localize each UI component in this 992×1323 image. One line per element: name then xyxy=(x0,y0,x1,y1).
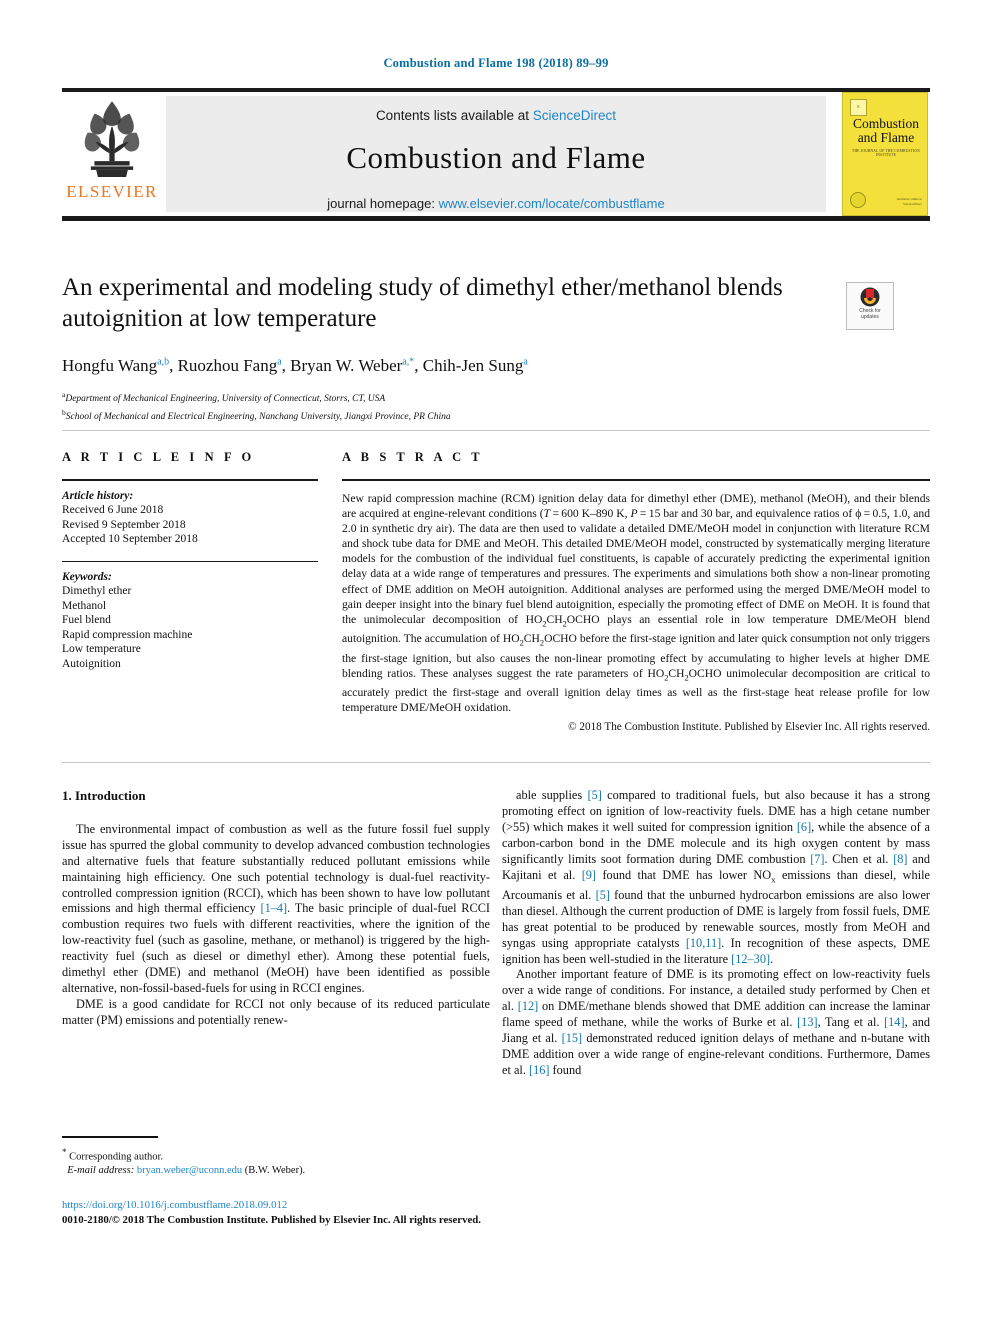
cover-footer: Available online at ScienceDirect xyxy=(896,197,922,207)
keyword-item: Rapid compression machine xyxy=(62,628,193,641)
email-suffix: (B.W. Weber). xyxy=(244,1165,306,1176)
abstract-rule xyxy=(342,479,930,481)
cover-footer-line2: ScienceDirect xyxy=(902,202,922,206)
corresponding-author-text: Corresponding author. xyxy=(69,1151,164,1162)
keyword-item: Methanol xyxy=(62,599,107,612)
corresponding-author-note: * Corresponding author. xyxy=(62,1145,490,1165)
affiliation-list: aDepartment of Mechanical Engineering, U… xyxy=(62,388,802,424)
email-link[interactable]: bryan.weber@uconn.edu xyxy=(137,1165,242,1176)
journal-masthead: ELSEVIER Contents lists available at Sci… xyxy=(62,88,930,221)
elsevier-wordmark: ELSEVIER xyxy=(66,182,158,201)
paper-page: Combustion and Flame 198 (2018) 89–99 EL… xyxy=(0,0,992,1323)
body-column-right: able supplies [5] compared to traditiona… xyxy=(502,788,930,1079)
cover-subtitle: THE JOURNAL OF THE COMBUSTION INSTITUTE xyxy=(852,149,920,157)
article-history-label: Article history: xyxy=(62,490,134,502)
affiliation-a: aDepartment of Mechanical Engineering, U… xyxy=(62,388,802,406)
crossmark-line2: updates xyxy=(861,314,879,320)
keyword-item: Dimethyl ether xyxy=(62,585,132,597)
title-block: An experimental and modeling study of di… xyxy=(62,272,802,424)
crossmark-icon xyxy=(860,287,880,307)
keyword-item: Fuel blend xyxy=(62,614,111,626)
email-label: E-mail address: xyxy=(67,1165,135,1176)
abstract-text: New rapid compression machine (RCM) igni… xyxy=(342,492,930,715)
keywords-divider xyxy=(62,560,318,562)
section-divider-body xyxy=(62,762,930,763)
body-paragraph: Another important feature of DME is its … xyxy=(502,967,930,1077)
article-history-received: Received 6 June 2018 xyxy=(62,504,164,516)
cover-title-line1: Combustion xyxy=(852,116,919,131)
abstract-copyright: © 2018 The Combustion Institute. Publish… xyxy=(568,721,930,734)
article-history-accepted: Accepted 10 September 2018 xyxy=(62,533,198,545)
cover-elsevier-mark-icon: E xyxy=(850,99,867,116)
contents-available-line: Contents lists available at ScienceDirec… xyxy=(166,96,826,123)
masthead-banner: Contents lists available at ScienceDirec… xyxy=(166,96,826,212)
article-info-column: A R T I C L E I N F O Article history: R… xyxy=(62,450,318,671)
keywords-label: Keywords: xyxy=(62,571,112,583)
section-heading-introduction: 1. Introduction xyxy=(62,788,146,803)
sciencedirect-link[interactable]: ScienceDirect xyxy=(533,108,616,123)
journal-title: Combustion and Flame xyxy=(346,140,646,175)
section-divider-top xyxy=(62,430,930,431)
affiliation-text-a: Department of Mechanical Engineering, Un… xyxy=(65,394,386,405)
elsevier-tree-icon xyxy=(84,101,140,177)
crossmark-label: Check for updates xyxy=(847,308,893,320)
journal-homepage-link[interactable]: www.elsevier.com/locate/combustflame xyxy=(439,196,665,211)
doi-link-wrapper: https://doi.org/10.1016/j.combustflame.2… xyxy=(62,1198,762,1213)
cover-seal-icon xyxy=(850,192,866,208)
crossmark-badge[interactable]: Check for updates xyxy=(846,282,894,330)
footnote-rule xyxy=(62,1136,158,1138)
journal-cover-thumbnail[interactable]: E Combustion and Flame THE JOURNAL OF TH… xyxy=(842,92,928,216)
author-list: Hongfu Wanga,b, Ruozhou Fanga, Bryan W. … xyxy=(62,356,528,375)
page-title: An experimental and modeling study of di… xyxy=(62,274,783,332)
cover-title-line2: and Flame xyxy=(857,130,915,145)
elsevier-logo: ELSEVIER xyxy=(64,96,160,214)
cover-title: Combustion and Flame xyxy=(843,116,927,145)
abstract-column: A B S T R A C T New rapid compression ma… xyxy=(342,450,930,733)
issn-copyright-line: 0010-2180/© 2018 The Combustion Institut… xyxy=(62,1214,481,1226)
cover-footer-line1: Available online at xyxy=(896,197,922,201)
keyword-item: Low temperature xyxy=(62,643,141,655)
body-paragraph: DME is a good candidate for RCCI not onl… xyxy=(62,996,490,1027)
footnote-block: * Corresponding author. E-mail address: … xyxy=(62,1136,490,1178)
affiliation-text-b: School of Mechanical and Electrical Engi… xyxy=(65,412,451,423)
masthead-rule-top xyxy=(62,88,930,92)
contents-prefix: Contents lists available at xyxy=(375,108,533,123)
article-history-revised: Revised 9 September 2018 xyxy=(62,518,186,531)
keywords-group: Keywords: Dimethyl ether Methanol Fuel b… xyxy=(62,571,318,671)
masthead-rule-bottom xyxy=(62,216,930,221)
corresponding-author-marker: * xyxy=(62,1146,67,1157)
homepage-prefix: journal homepage: xyxy=(327,196,439,211)
body-column-left: 1. Introduction The environmental impact… xyxy=(62,788,490,1029)
affiliation-b: bSchool of Mechanical and Electrical Eng… xyxy=(62,406,802,424)
doi-link[interactable]: https://doi.org/10.1016/j.combustflame.2… xyxy=(62,1199,287,1211)
keyword-item: Autoignition xyxy=(62,657,121,670)
article-info-heading: A R T I C L E I N F O xyxy=(62,450,255,464)
page-footer: https://doi.org/10.1016/j.combustflame.2… xyxy=(62,1198,762,1228)
journal-homepage-line: journal homepage: www.elsevier.com/locat… xyxy=(166,196,826,211)
running-head: Combustion and Flame 198 (2018) 89–99 xyxy=(383,56,609,70)
body-paragraph: able supplies [5] compared to traditiona… xyxy=(502,788,931,966)
body-paragraph: The environmental impact of combustion a… xyxy=(62,821,491,995)
abstract-heading: A B S T R A C T xyxy=(342,450,484,464)
article-info-rule xyxy=(62,479,318,481)
article-history-group: Article history: Received 6 June 2018 Re… xyxy=(62,490,318,547)
email-note: E-mail address: bryan.weber@uconn.edu (B… xyxy=(62,1164,490,1178)
